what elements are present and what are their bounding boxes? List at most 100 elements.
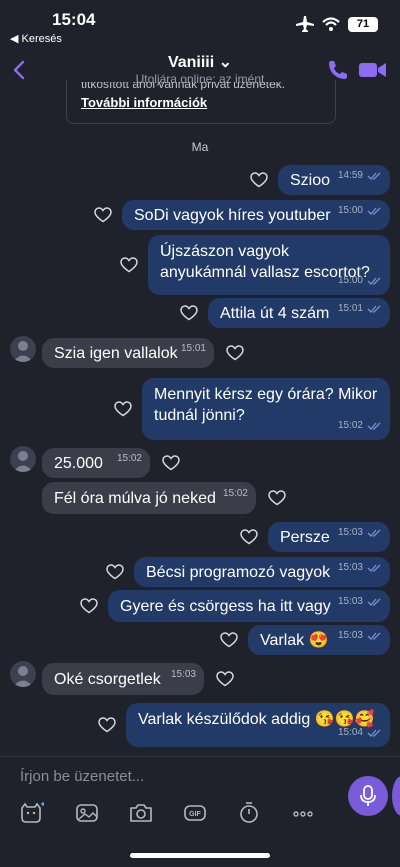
message-bubble[interactable]: Varlak 😍 15:03 bbox=[248, 625, 390, 655]
message-input[interactable]: Írjon be üzenetet... bbox=[20, 768, 144, 785]
like-heart-icon[interactable] bbox=[162, 454, 180, 472]
airplane-icon bbox=[296, 16, 314, 32]
like-heart-icon[interactable] bbox=[216, 670, 234, 688]
message-bubble[interactable]: Persze 15:03 bbox=[268, 522, 390, 552]
message-text: Gyere és csörgess ha itt vagy bbox=[120, 597, 331, 615]
message-bubble[interactable]: Gyere és csörgess ha itt vagy 15:03 bbox=[108, 590, 390, 622]
timestamp-text: 15:00 bbox=[337, 205, 363, 216]
message-text: Oké csorgetlek bbox=[54, 670, 161, 688]
message-text: 25.000 bbox=[54, 454, 103, 472]
like-heart-icon[interactable] bbox=[226, 344, 244, 362]
wifi-icon bbox=[322, 17, 340, 31]
gallery-icon[interactable] bbox=[74, 800, 100, 826]
clock: 15:04 bbox=[52, 10, 96, 29]
read-receipt-icon bbox=[367, 632, 381, 640]
timer-icon[interactable] bbox=[236, 800, 262, 826]
message-text: Varlak 😍 bbox=[260, 631, 329, 649]
message-bubble[interactable]: Fél óra múlva jó neked 15:02 bbox=[42, 482, 256, 514]
gif-icon[interactable]: GIF bbox=[182, 800, 208, 826]
like-heart-icon[interactable] bbox=[268, 489, 286, 507]
message-timestamp: 15:02 bbox=[117, 448, 142, 469]
like-heart-icon[interactable] bbox=[94, 206, 112, 224]
read-receipt-icon bbox=[367, 729, 381, 737]
timestamp-text: 15:01 bbox=[180, 343, 206, 354]
composer-divider bbox=[0, 756, 400, 757]
read-receipt-icon bbox=[367, 172, 381, 180]
back-to-search-link[interactable]: ◀ Keresés bbox=[10, 32, 62, 45]
like-heart-icon[interactable] bbox=[240, 528, 258, 546]
message-timestamp: 15:00 bbox=[338, 270, 382, 291]
message-timestamp: 15:03 bbox=[338, 625, 382, 646]
message-timestamp: 15:02 bbox=[223, 483, 248, 504]
video-call-icon[interactable] bbox=[358, 58, 388, 82]
message-bubble[interactable]: Oké csorgetlek 15:03 bbox=[42, 663, 204, 695]
avatar-placeholder-icon bbox=[13, 666, 33, 687]
message-bubble[interactable]: Varlak készülődok addig 😘😘🥰 15:04 bbox=[126, 703, 390, 747]
message-text: Bécsi programozó vagyok bbox=[146, 563, 331, 581]
message-bubble[interactable]: Szioo 14:59 bbox=[278, 165, 390, 195]
status-bar: 15:04 ◀ Keresés 71 bbox=[0, 0, 400, 48]
message-bubble[interactable]: 25.000 15:02 bbox=[42, 448, 150, 478]
composer-toolbar: GIF bbox=[0, 800, 400, 830]
message-timestamp: 15:03 bbox=[338, 557, 382, 578]
svg-text:GIF: GIF bbox=[189, 811, 201, 818]
timestamp-text: 15:02 bbox=[222, 488, 248, 499]
timestamp-text: 15:03 bbox=[337, 630, 363, 641]
timestamp-text: 15:03 bbox=[337, 596, 363, 607]
message-text: Szioo bbox=[290, 171, 331, 189]
contact-avatar[interactable] bbox=[10, 446, 36, 472]
timestamp-text: 15:01 bbox=[337, 303, 363, 314]
like-heart-icon[interactable] bbox=[114, 400, 132, 418]
message-timestamp: 15:04 bbox=[338, 722, 382, 743]
read-receipt-icon bbox=[367, 277, 381, 285]
message-bubble[interactable]: Bécsi programozó vagyok 15:03 bbox=[134, 557, 390, 587]
contact-avatar[interactable] bbox=[10, 661, 36, 687]
encryption-info-text: titkosított ahol vannak privát üzenetek. bbox=[81, 82, 286, 90]
like-heart-icon[interactable] bbox=[120, 256, 138, 274]
date-separator: Ma bbox=[191, 140, 209, 154]
battery-icon: 71 bbox=[348, 16, 378, 32]
timestamp-text: 15:04 bbox=[337, 727, 363, 738]
message-bubble[interactable]: Mennyit kérsz egy órára? Mikor tudnál jö… bbox=[142, 378, 390, 440]
message-timestamp: 15:03 bbox=[338, 591, 382, 612]
message-bubble[interactable]: Attila út 4 szám 15:01 bbox=[208, 298, 390, 328]
message-bubble[interactable]: Szia igen vallalok 15:01 bbox=[42, 338, 214, 368]
read-receipt-icon bbox=[367, 305, 381, 313]
message-timestamp: 15:01 bbox=[338, 298, 382, 319]
avatar-placeholder-icon bbox=[13, 341, 33, 362]
message-text: SoDi vagyok híres youtuber bbox=[134, 206, 331, 224]
timestamp-text: 15:03 bbox=[170, 669, 196, 680]
phone-call-icon[interactable] bbox=[326, 58, 350, 82]
read-receipt-icon bbox=[367, 207, 381, 215]
like-heart-icon[interactable] bbox=[106, 563, 124, 581]
like-heart-icon[interactable] bbox=[80, 597, 98, 615]
like-heart-icon[interactable] bbox=[180, 304, 198, 322]
more-info-link[interactable]: További információk bbox=[81, 95, 207, 110]
timestamp-text: 15:03 bbox=[337, 527, 363, 538]
like-heart-icon[interactable] bbox=[98, 716, 116, 734]
status-icons: 71 bbox=[296, 16, 378, 32]
read-receipt-icon bbox=[367, 422, 381, 430]
message-timestamp: 15:02 bbox=[338, 415, 382, 436]
more-options-icon[interactable] bbox=[290, 800, 316, 826]
message-bubble[interactable]: Újszászon vagyok anyukámnál vallasz esco… bbox=[148, 235, 390, 295]
encryption-info-card: titkosított ahol vannak privát üzenetek.… bbox=[66, 80, 336, 124]
message-timestamp: 15:00 bbox=[338, 200, 382, 221]
timestamp-text: 15:02 bbox=[116, 453, 142, 464]
timestamp-text: 14:59 bbox=[337, 170, 363, 181]
read-receipt-icon bbox=[367, 564, 381, 572]
read-receipt-icon bbox=[367, 598, 381, 606]
message-text: Persze bbox=[280, 528, 330, 546]
sticker-icon[interactable] bbox=[18, 800, 44, 826]
camera-icon[interactable] bbox=[128, 800, 154, 826]
message-timestamp: 14:59 bbox=[338, 165, 382, 186]
message-text: Fél óra múlva jó neked bbox=[54, 489, 216, 507]
message-text: Szia igen vallalok bbox=[54, 344, 178, 362]
contact-avatar[interactable] bbox=[10, 336, 36, 362]
read-receipt-icon bbox=[367, 529, 381, 537]
like-heart-icon[interactable] bbox=[250, 171, 268, 189]
message-bubble[interactable]: SoDi vagyok híres youtuber 15:00 bbox=[122, 200, 390, 230]
home-indicator bbox=[130, 853, 270, 858]
message-timestamp: 15:03 bbox=[171, 664, 196, 685]
like-heart-icon[interactable] bbox=[220, 631, 238, 649]
